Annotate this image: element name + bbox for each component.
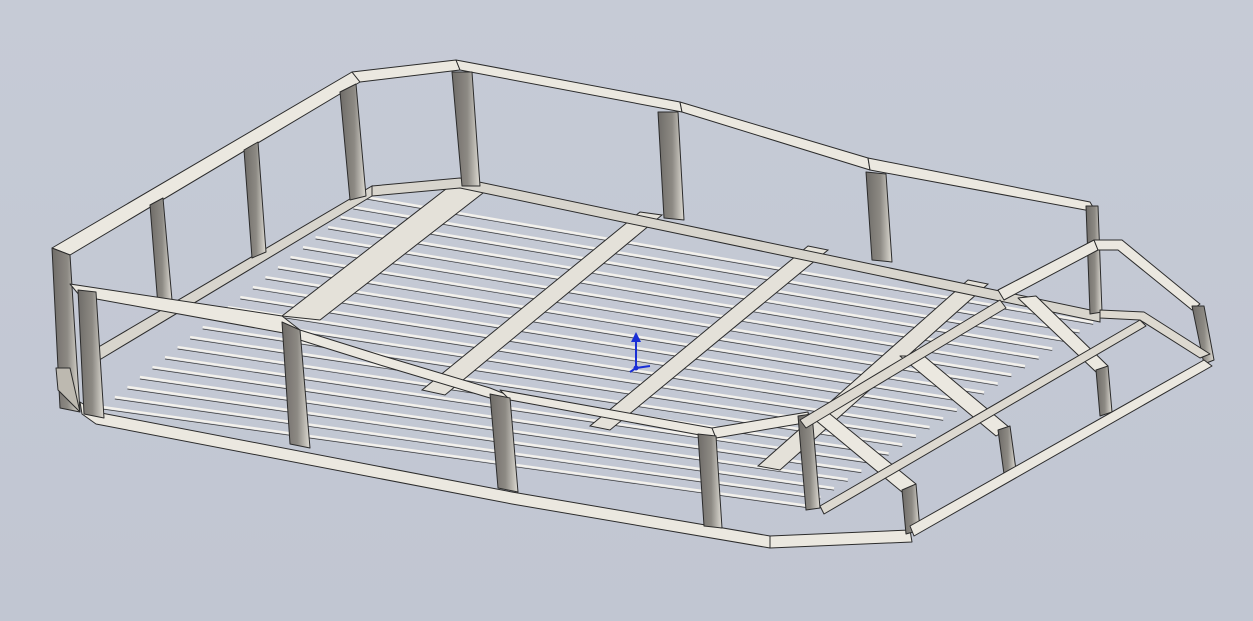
back-post-4 <box>451 71 481 187</box>
back-post-2 <box>243 141 267 259</box>
back-post-6 <box>865 171 893 263</box>
upper-rail-corner <box>351 59 461 83</box>
basket-post-b <box>997 425 1017 475</box>
basket-top-rail <box>997 239 1099 301</box>
upper-rail-back-3 <box>867 157 1097 213</box>
basket-top-bend <box>1093 239 1201 311</box>
back-post-3 <box>339 83 367 201</box>
back-post-5 <box>657 111 685 221</box>
front-post-4 <box>697 433 723 529</box>
graphics-viewport[interactable] <box>0 0 1253 621</box>
front-rail-left <box>69 283 301 337</box>
roof-rack-model[interactable] <box>0 0 1253 621</box>
upper-rail-back-2 <box>679 101 871 171</box>
front-post-1 <box>77 289 105 419</box>
basket-post-a <box>1095 365 1113 417</box>
floor-slat-edge <box>315 238 1039 360</box>
basket-diag-3 <box>807 413 917 493</box>
floor-slat <box>352 205 1080 333</box>
floor-slat <box>365 195 1094 324</box>
upper-back-frame <box>51 59 1103 413</box>
floor-slat <box>127 385 835 490</box>
front-bottom-rail-right <box>769 529 913 549</box>
back-post-1 <box>149 197 173 307</box>
upper-rail-back-1 <box>455 59 683 113</box>
rear-corner-post <box>1085 205 1103 315</box>
front-rail-mid <box>499 389 717 439</box>
